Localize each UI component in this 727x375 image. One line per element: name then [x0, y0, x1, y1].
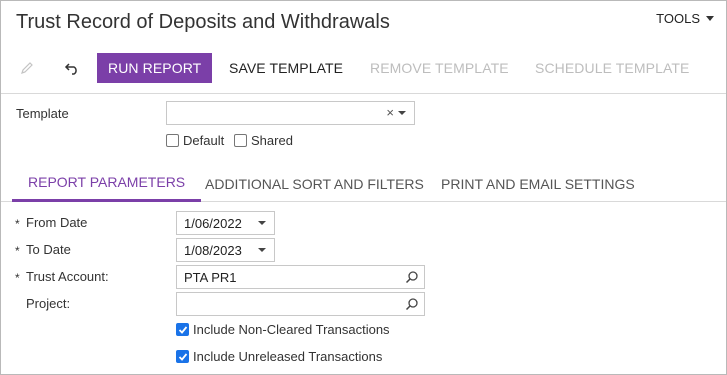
trust-account-label: Trust Account:: [26, 269, 109, 284]
include-non-cleared-checkbox[interactable]: Include Non-Cleared Transactions: [176, 322, 390, 337]
required-mark: *: [15, 217, 20, 231]
chevron-down-icon[interactable]: [258, 248, 266, 252]
page-title: Trust Record of Deposits and Withdrawals: [16, 11, 390, 33]
trust-account-field[interactable]: PTA PR1: [176, 265, 425, 289]
tools-label: TOOLS: [656, 11, 700, 26]
clear-icon[interactable]: ×: [386, 105, 394, 120]
checkbox-icon[interactable]: [234, 134, 247, 147]
report-window: Trust Record of Deposits and Withdrawals…: [0, 0, 727, 375]
shared-checkbox[interactable]: Shared: [234, 133, 293, 148]
tab-print-email-settings[interactable]: PRINT AND EMAIL SETTINGS: [425, 165, 651, 202]
to-date-value: 1/08/2023: [184, 242, 242, 258]
save-template-button[interactable]: SAVE TEMPLATE: [218, 53, 354, 83]
include-non-cleared-label: Include Non-Cleared Transactions: [193, 322, 390, 337]
default-label: Default: [183, 133, 225, 148]
required-mark: *: [15, 271, 20, 285]
to-date-label: To Date: [26, 242, 71, 257]
checkmark-icon[interactable]: [176, 323, 189, 336]
run-report-button[interactable]: RUN REPORT: [97, 53, 213, 83]
tab-bar: REPORT PARAMETERS ADDITIONAL SORT AND FI…: [1, 165, 726, 202]
chevron-down-icon[interactable]: [398, 111, 406, 115]
tools-menu[interactable]: TOOLS: [656, 11, 714, 26]
include-unreleased-label: Include Unreleased Transactions: [193, 349, 383, 364]
tab-additional-sort-filters[interactable]: ADDITIONAL SORT AND FILTERS: [189, 165, 440, 202]
from-date-value: 1/06/2022: [184, 215, 242, 231]
from-date-label: From Date: [26, 215, 88, 230]
project-field[interactable]: [176, 292, 425, 316]
schedule-template-button[interactable]: SCHEDULE TEMPLATE: [524, 53, 700, 83]
undo-icon[interactable]: [57, 53, 87, 83]
checkmark-icon[interactable]: [176, 350, 189, 363]
required-mark: *: [15, 244, 20, 258]
search-icon[interactable]: [405, 297, 419, 314]
report-form: Template × Default Shared REPORT PARAMET…: [1, 93, 726, 374]
toolbar: RUN REPORT SAVE TEMPLATE REMOVE TEMPLATE…: [1, 53, 726, 83]
checkbox-icon[interactable]: [166, 134, 179, 147]
chevron-down-icon[interactable]: [258, 221, 266, 225]
trust-account-value: PTA PR1: [184, 269, 237, 285]
remove-template-button[interactable]: REMOVE TEMPLATE: [359, 53, 520, 83]
pencil-icon[interactable]: [12, 53, 42, 83]
template-select[interactable]: ×: [166, 101, 415, 125]
tab-report-parameters[interactable]: REPORT PARAMETERS: [12, 165, 202, 202]
shared-label: Shared: [251, 133, 293, 148]
default-checkbox[interactable]: Default: [166, 133, 224, 148]
include-unreleased-checkbox[interactable]: Include Unreleased Transactions: [176, 349, 382, 364]
project-label: Project:: [26, 296, 71, 311]
search-icon[interactable]: [405, 270, 419, 287]
to-date-field[interactable]: 1/08/2023: [176, 238, 275, 262]
template-label: Template: [16, 106, 69, 121]
title-bar: Trust Record of Deposits and Withdrawals…: [1, 1, 726, 93]
from-date-field[interactable]: 1/06/2022: [176, 211, 275, 235]
chevron-down-icon: [706, 16, 714, 21]
